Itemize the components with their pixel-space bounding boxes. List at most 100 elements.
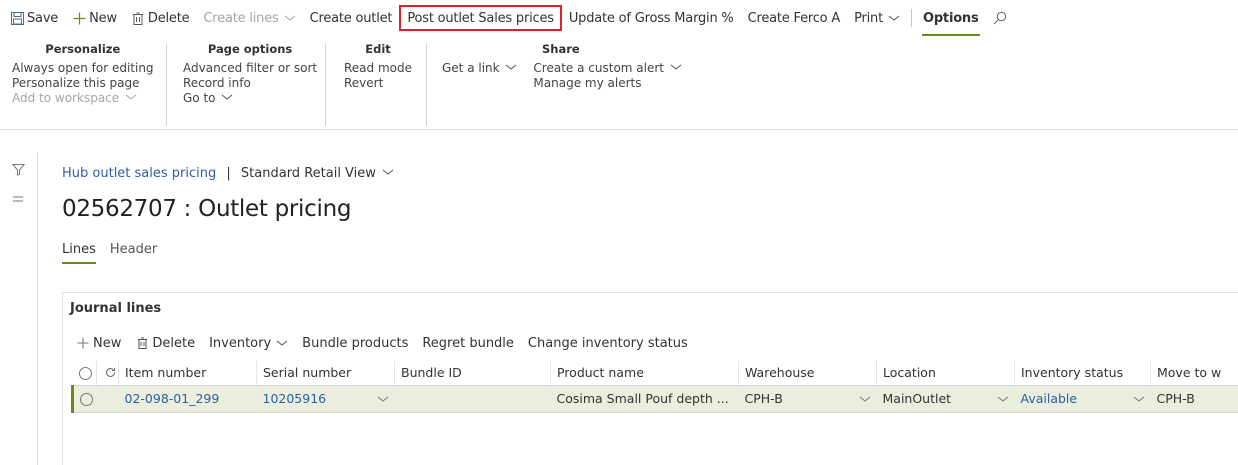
search-button[interactable] [986,5,1014,31]
breadcrumb-link[interactable]: Hub outlet sales pricing [62,166,216,181]
chevron-down-icon [284,15,295,21]
post-outlet-sales-prices-button[interactable]: Post outlet Sales prices [399,5,562,31]
item-number-cell[interactable]: 02-098-01_299 [118,385,257,413]
column-header-warehouse[interactable]: Warehouse [738,361,877,386]
delete-line-button[interactable]: Delete [128,333,202,353]
delete-line-label: Delete [152,335,196,351]
print-button[interactable]: Print [847,5,907,31]
move-to-warehouse-cell[interactable]: CPH-B [1150,385,1238,413]
update-gross-margin-label: Update of Gross Margin % [568,10,734,26]
ribbon-group-title: Page options [207,42,293,56]
get-a-link-button[interactable]: Get a link [442,61,517,91]
record-info-button[interactable]: Record info [183,76,317,91]
chevron-down-icon[interactable] [1133,394,1145,404]
new-line-button[interactable]: New [69,333,128,353]
personalize-this-page-button[interactable]: Personalize this page [12,76,154,91]
update-gross-margin-button[interactable]: Update of Gross Margin % [562,5,741,31]
save-button[interactable]: Save [8,5,65,31]
breadcrumb: Hub outlet sales pricing | Standard Reta… [62,166,394,181]
chevron-down-icon [125,94,137,100]
new-line-label: New [93,335,122,351]
create-custom-alert-button[interactable]: Create a custom alert [533,61,682,76]
refresh-header[interactable] [96,361,119,386]
chevron-down-icon [276,340,288,346]
go-to-button[interactable]: Go to [183,91,317,106]
delete-button[interactable]: Delete [124,5,197,31]
tab-header[interactable]: Header [110,242,157,261]
warehouse-value: CPH-B [744,391,783,406]
select-all-header[interactable] [72,361,97,386]
serial-number-cell[interactable]: 10205916 [256,385,395,413]
add-to-workspace-label: Add to workspace [12,91,120,105]
toolbar-divider [910,9,912,27]
chevron-down-icon[interactable] [997,394,1009,404]
view-selector-label: Standard Retail View [240,166,376,181]
column-header-serial-number[interactable]: Serial number [256,361,395,386]
inventory-status-cell[interactable]: Available [1014,385,1151,413]
action-bar: Save New Delete Create lines Create outl… [0,0,1238,36]
view-selector[interactable]: Standard Retail View [241,166,394,181]
create-lines-button[interactable]: Create lines [196,5,302,31]
chevron-down-icon [670,64,682,70]
trash-icon [131,11,145,25]
always-open-for-editing-button[interactable]: Always open for editing [12,61,154,76]
item-number-link[interactable]: 02-098-01_299 [125,391,220,406]
page-title: 02562707 : Outlet pricing [62,196,352,222]
chevron-down-icon[interactable] [377,394,389,404]
options-tab[interactable]: Options [916,5,986,36]
advanced-filter-button[interactable]: Advanced filter or sort [183,61,317,76]
print-label: Print [854,10,883,26]
create-outlet-label: Create outlet [309,10,393,26]
inventory-menu-button[interactable]: Inventory [202,333,295,353]
row-select-radio[interactable] [80,393,93,406]
column-header-inventory-status[interactable]: Inventory status [1014,361,1151,386]
filter-icon[interactable] [11,162,25,176]
new-label: New [89,10,117,26]
plus-icon [76,336,90,350]
column-header-item-number[interactable]: Item number [118,361,257,386]
ribbon-group-title: Share [542,42,580,56]
column-header-move-to-warehouse[interactable]: Move to w [1150,361,1238,386]
get-a-link-label: Get a link [442,61,500,75]
column-header-bundle-id[interactable]: Bundle ID [394,361,551,386]
product-name-cell[interactable]: Cosima Small Pouf depth ... [550,385,739,413]
ribbon-divider [166,44,167,126]
regret-bundle-button[interactable]: Regret bundle [415,333,521,353]
column-header-product-name[interactable]: Product name [550,361,739,386]
bundle-id-cell[interactable] [394,385,551,413]
create-ferco-button[interactable]: Create Ferco A [741,5,847,31]
add-to-workspace-button[interactable]: Add to workspace [12,91,154,106]
bundle-products-button[interactable]: Bundle products [295,333,415,353]
chevron-down-icon[interactable] [859,394,871,404]
refresh-icon[interactable] [103,365,117,379]
options-label: Options [922,10,979,26]
ribbon-divider [325,44,326,126]
post-outlet-sales-prices-label: Post outlet Sales prices [407,10,554,26]
new-button[interactable]: New [65,5,124,31]
search-icon [993,11,1007,25]
column-header-location[interactable]: Location [876,361,1015,386]
tab-lines[interactable]: Lines [62,242,96,264]
delete-label: Delete [147,10,190,26]
table-row[interactable]: 02-098-01_299 10205916 Cosima Small Pouf… [71,385,1238,413]
ribbon-group-personalize: Personalize Always open for editing Pers… [12,42,154,106]
inventory-menu-label: Inventory [209,335,272,351]
list-icon[interactable] [11,192,25,206]
left-rail [0,152,38,465]
read-mode-button[interactable]: Read mode [344,61,412,76]
ribbon-divider [426,44,427,126]
ribbon-group-title: Edit [365,42,391,56]
inventory-status-value: Available [1020,391,1078,406]
change-inventory-status-button[interactable]: Change inventory status [521,333,695,353]
manage-my-alerts-button[interactable]: Manage my alerts [533,76,681,91]
chevron-down-icon [222,94,233,100]
row-select-cell[interactable] [71,385,97,413]
save-label: Save [27,10,59,26]
select-all-radio[interactable] [78,367,92,381]
location-cell[interactable]: MainOutlet [876,385,1015,413]
warehouse-cell[interactable]: CPH-B [738,385,877,413]
revert-button[interactable]: Revert [344,76,412,91]
create-outlet-button[interactable]: Create outlet [303,5,400,31]
grid-header-row: Item number Serial number Bundle ID Prod… [72,361,1238,386]
ribbon-group-edit: Edit Read mode Revert [344,42,412,91]
